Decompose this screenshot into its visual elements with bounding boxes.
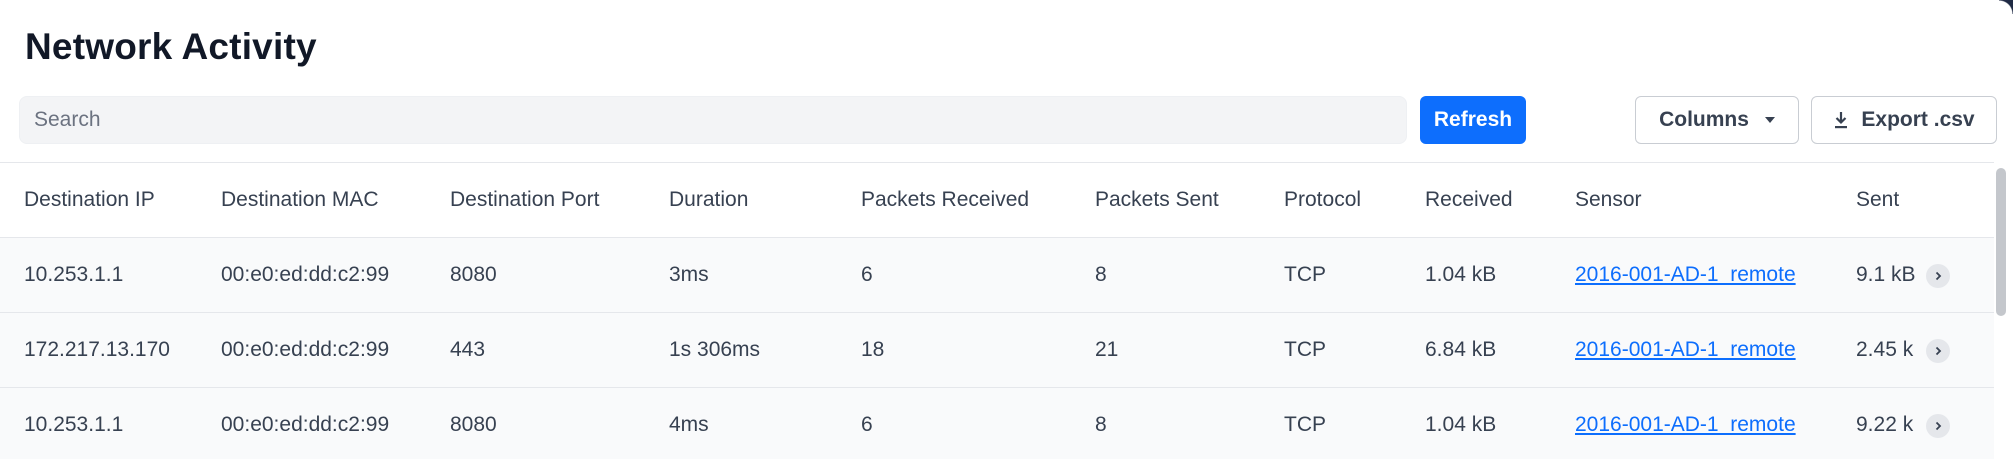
search-input[interactable] xyxy=(19,96,1407,144)
column-header-packets-sent[interactable]: Packets Sent xyxy=(1095,163,1275,237)
page-title: Network Activity xyxy=(25,26,317,67)
table-header-row: Destination IP Destination MAC Destinati… xyxy=(0,163,1994,238)
cell-received: 1.04 kB xyxy=(1425,263,1497,286)
window-corner xyxy=(1999,0,2013,14)
cell-sent: 2.45 k xyxy=(1856,338,1914,361)
column-header-received[interactable]: Received xyxy=(1425,163,1565,237)
cell-destination-ip: 10.253.1.1 xyxy=(24,413,124,436)
caret-down-icon xyxy=(1764,117,1775,123)
column-header-sent[interactable]: Sent xyxy=(1856,163,1916,237)
sensor-link[interactable]: 2016-001-AD-1_remote xyxy=(1575,413,1796,437)
export-label: Export .csv xyxy=(1861,108,1975,131)
network-activity-table: Destination IP Destination MAC Destinati… xyxy=(0,162,1994,459)
cell-sent: 9.1 kB xyxy=(1856,263,1916,286)
column-header-packets-received[interactable]: Packets Received xyxy=(861,163,1081,237)
toolbar: Refresh Columns Export .csv xyxy=(19,96,2013,144)
cell-duration: 4ms xyxy=(669,413,709,436)
cell-protocol: TCP xyxy=(1284,263,1326,286)
chevron-right-icon xyxy=(1935,271,1942,281)
export-csv-button[interactable]: Export .csv xyxy=(1811,96,1997,144)
columns-button[interactable]: Columns xyxy=(1635,96,1799,144)
cell-destination-mac: 00:e0:ed:dd:c2:99 xyxy=(221,263,390,286)
columns-label: Columns xyxy=(1659,108,1749,131)
cell-packets-received: 6 xyxy=(861,263,873,286)
cell-destination-ip: 172.217.13.170 xyxy=(24,338,170,361)
cell-duration: 1s 306ms xyxy=(669,338,761,361)
column-header-destination-ip[interactable]: Destination IP xyxy=(24,163,204,237)
cell-packets-received: 18 xyxy=(861,338,885,361)
cell-destination-port: 8080 xyxy=(450,263,497,286)
cell-destination-port: 443 xyxy=(450,338,486,361)
column-header-duration[interactable]: Duration xyxy=(669,163,849,237)
cell-packets-sent: 8 xyxy=(1095,413,1107,436)
row-expand-button[interactable] xyxy=(1926,414,1950,438)
table-row[interactable]: 10.253.1.1 00:e0:ed:dd:c2:99 8080 4ms 6 … xyxy=(0,388,1994,459)
column-header-destination-port[interactable]: Destination Port xyxy=(450,163,660,237)
column-header-destination-mac[interactable]: Destination MAC xyxy=(221,163,441,237)
sensor-link[interactable]: 2016-001-AD-1_remote xyxy=(1575,263,1796,287)
chevron-right-icon xyxy=(1935,421,1942,431)
cell-duration: 3ms xyxy=(669,263,709,286)
cell-received: 1.04 kB xyxy=(1425,413,1497,436)
table-row[interactable]: 10.253.1.1 00:e0:ed:dd:c2:99 8080 3ms 6 … xyxy=(0,238,1994,313)
cell-sent: 9.22 k xyxy=(1856,413,1914,436)
row-expand-button[interactable] xyxy=(1926,339,1950,363)
cell-packets-sent: 8 xyxy=(1095,263,1107,286)
cell-packets-sent: 21 xyxy=(1095,338,1119,361)
column-header-protocol[interactable]: Protocol xyxy=(1284,163,1414,237)
cell-destination-ip: 10.253.1.1 xyxy=(24,263,124,286)
sensor-link[interactable]: 2016-001-AD-1_remote xyxy=(1575,338,1796,362)
cell-packets-received: 6 xyxy=(861,413,873,436)
download-icon xyxy=(1835,112,1848,129)
cell-destination-mac: 00:e0:ed:dd:c2:99 xyxy=(221,413,390,436)
cell-protocol: TCP xyxy=(1284,338,1326,361)
cell-received: 6.84 kB xyxy=(1425,338,1497,361)
cell-protocol: TCP xyxy=(1284,413,1326,436)
column-header-sensor[interactable]: Sensor xyxy=(1575,163,1845,237)
cell-destination-mac: 00:e0:ed:dd:c2:99 xyxy=(221,338,390,361)
refresh-button[interactable]: Refresh xyxy=(1420,96,1526,144)
vertical-scrollbar[interactable] xyxy=(1996,168,2006,316)
cell-destination-port: 8080 xyxy=(450,413,497,436)
table-row[interactable]: 172.217.13.170 00:e0:ed:dd:c2:99 443 1s … xyxy=(0,313,1994,388)
row-expand-button[interactable] xyxy=(1926,264,1950,288)
chevron-right-icon xyxy=(1935,346,1942,356)
